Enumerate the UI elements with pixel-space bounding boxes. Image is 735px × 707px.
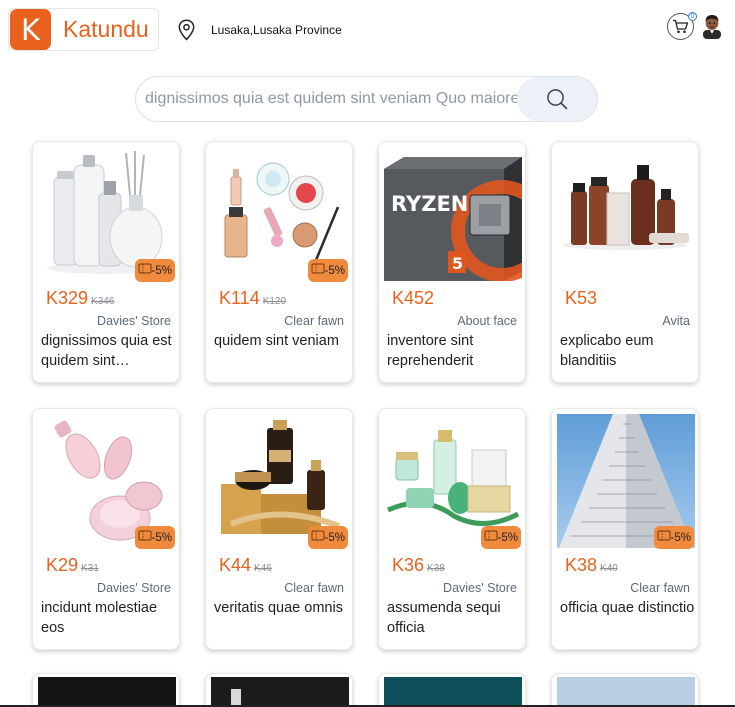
price: K38 K40	[565, 555, 618, 576]
product-image	[384, 677, 522, 707]
svg-text:RYZEN: RYZEN	[391, 192, 468, 216]
product-card[interactable]: -5% K36 K38 Davies' Store assumenda sequ…	[378, 408, 526, 650]
brand-name: Katundu	[63, 16, 149, 42]
store-link[interactable]: Davies' Store	[97, 581, 171, 595]
price: K53	[565, 288, 597, 309]
store-link[interactable]: Avita	[662, 314, 690, 328]
discount-label: -5%	[497, 531, 518, 544]
current-price: K38	[565, 555, 598, 575]
product-card[interactable]: -5% K44 K46 Clear fawn veritatis quae om…	[205, 408, 353, 650]
product-title[interactable]: quidem sint veniam	[214, 331, 350, 351]
discount-label: -5%	[151, 264, 172, 277]
discount-label: -5%	[151, 531, 172, 544]
user-avatar-icon[interactable]	[700, 13, 724, 39]
price: K29 K31	[46, 555, 99, 576]
store-link[interactable]: Davies' Store	[97, 314, 171, 328]
current-price: K329	[46, 288, 89, 308]
current-price: K36	[392, 555, 425, 575]
discount-label: -5%	[670, 531, 691, 544]
coupon-icon	[138, 263, 152, 274]
product-title[interactable]: incidunt molestiae eos	[41, 598, 177, 638]
product-card[interactable]	[551, 673, 699, 707]
discount-badge: -5%	[308, 526, 348, 549]
discount-label: -5%	[324, 531, 345, 544]
search-button[interactable]	[517, 77, 597, 121]
current-price: K29	[46, 555, 79, 575]
product-card[interactable]: -5% K29 K31 Davies' Store incidunt moles…	[32, 408, 180, 650]
product-title[interactable]: officia quae distinctio	[560, 598, 696, 618]
coupon-icon	[484, 530, 498, 541]
discount-badge: -5%	[135, 259, 175, 282]
old-price: K40	[600, 563, 618, 574]
cart-icon	[673, 19, 689, 34]
price: K452	[392, 288, 434, 309]
current-price: K44	[219, 555, 252, 575]
product-card[interactable]: -5% K329 K346 Davies' Store dignissimos …	[32, 141, 180, 383]
product-title[interactable]: assumenda sequi officia	[387, 598, 523, 638]
location-selector[interactable]: Lusaka,Lusaka Province	[178, 19, 342, 41]
product-image	[557, 677, 695, 707]
discount-badge: -5%	[135, 526, 175, 549]
search-icon	[547, 89, 568, 110]
product-title[interactable]: explicabo eum blanditiis	[560, 331, 696, 371]
store-link[interactable]: Clear fawn	[630, 581, 690, 595]
product-image: RYZEN 5	[384, 147, 522, 281]
old-price: K120	[262, 296, 287, 307]
store-link[interactable]: Clear fawn	[284, 314, 344, 328]
product-card[interactable]	[378, 673, 526, 707]
product-card[interactable]: K53 Avita explicabo eum blanditiis	[551, 141, 699, 383]
old-price: K346	[91, 296, 115, 307]
product-image	[211, 677, 349, 707]
discount-badge: -5%	[308, 259, 348, 282]
old-price: K38	[427, 563, 445, 574]
coupon-icon	[657, 530, 671, 541]
product-card[interactable]	[32, 673, 180, 707]
discount-badge: -5%	[654, 526, 694, 549]
katundu-logo[interactable]: K Katundu	[8, 8, 159, 51]
product-card[interactable]: -5% K114 K120 Clear fawn quidem sint ven…	[205, 141, 353, 383]
store-link[interactable]: About face	[457, 314, 517, 328]
search-input[interactable]	[136, 77, 518, 121]
old-price: K31	[81, 563, 99, 574]
product-card[interactable]	[205, 673, 353, 707]
product-image	[557, 147, 695, 281]
price: K114 K120	[219, 288, 286, 309]
product-card[interactable]: RYZEN 5 K452 About face inventore sint r…	[378, 141, 526, 383]
svg-text:5: 5	[452, 254, 463, 273]
discount-badge: -5%	[481, 526, 521, 549]
price: K36 K38	[392, 555, 445, 576]
current-price: K53	[565, 288, 598, 308]
product-card[interactable]: -5% K38 K40 Clear fawn officia quae dist…	[551, 408, 699, 650]
coupon-icon	[311, 263, 325, 274]
product-image	[38, 677, 176, 707]
store-link[interactable]: Clear fawn	[284, 581, 344, 595]
price: K329 K346	[46, 288, 114, 309]
price: K44 K46	[219, 555, 272, 576]
location-label: Lusaka,Lusaka Province	[211, 23, 342, 37]
location-pin-icon	[178, 19, 195, 41]
coupon-icon	[311, 530, 325, 541]
cart-count-badge: 0	[688, 12, 697, 21]
store-link[interactable]: Davies' Store	[443, 581, 517, 595]
logo-mark: K	[10, 9, 51, 50]
current-price: K114	[219, 288, 260, 308]
discount-label: -5%	[324, 264, 345, 277]
product-title[interactable]: veritatis quae omnis	[214, 598, 350, 618]
old-price: K46	[254, 563, 272, 574]
coupon-icon	[138, 530, 152, 541]
product-title[interactable]: dignissimos quia est quidem sint…	[41, 331, 177, 371]
product-title[interactable]: inventore sint reprehenderit	[387, 331, 523, 371]
current-price: K452	[392, 288, 435, 308]
search-bar	[135, 76, 598, 122]
